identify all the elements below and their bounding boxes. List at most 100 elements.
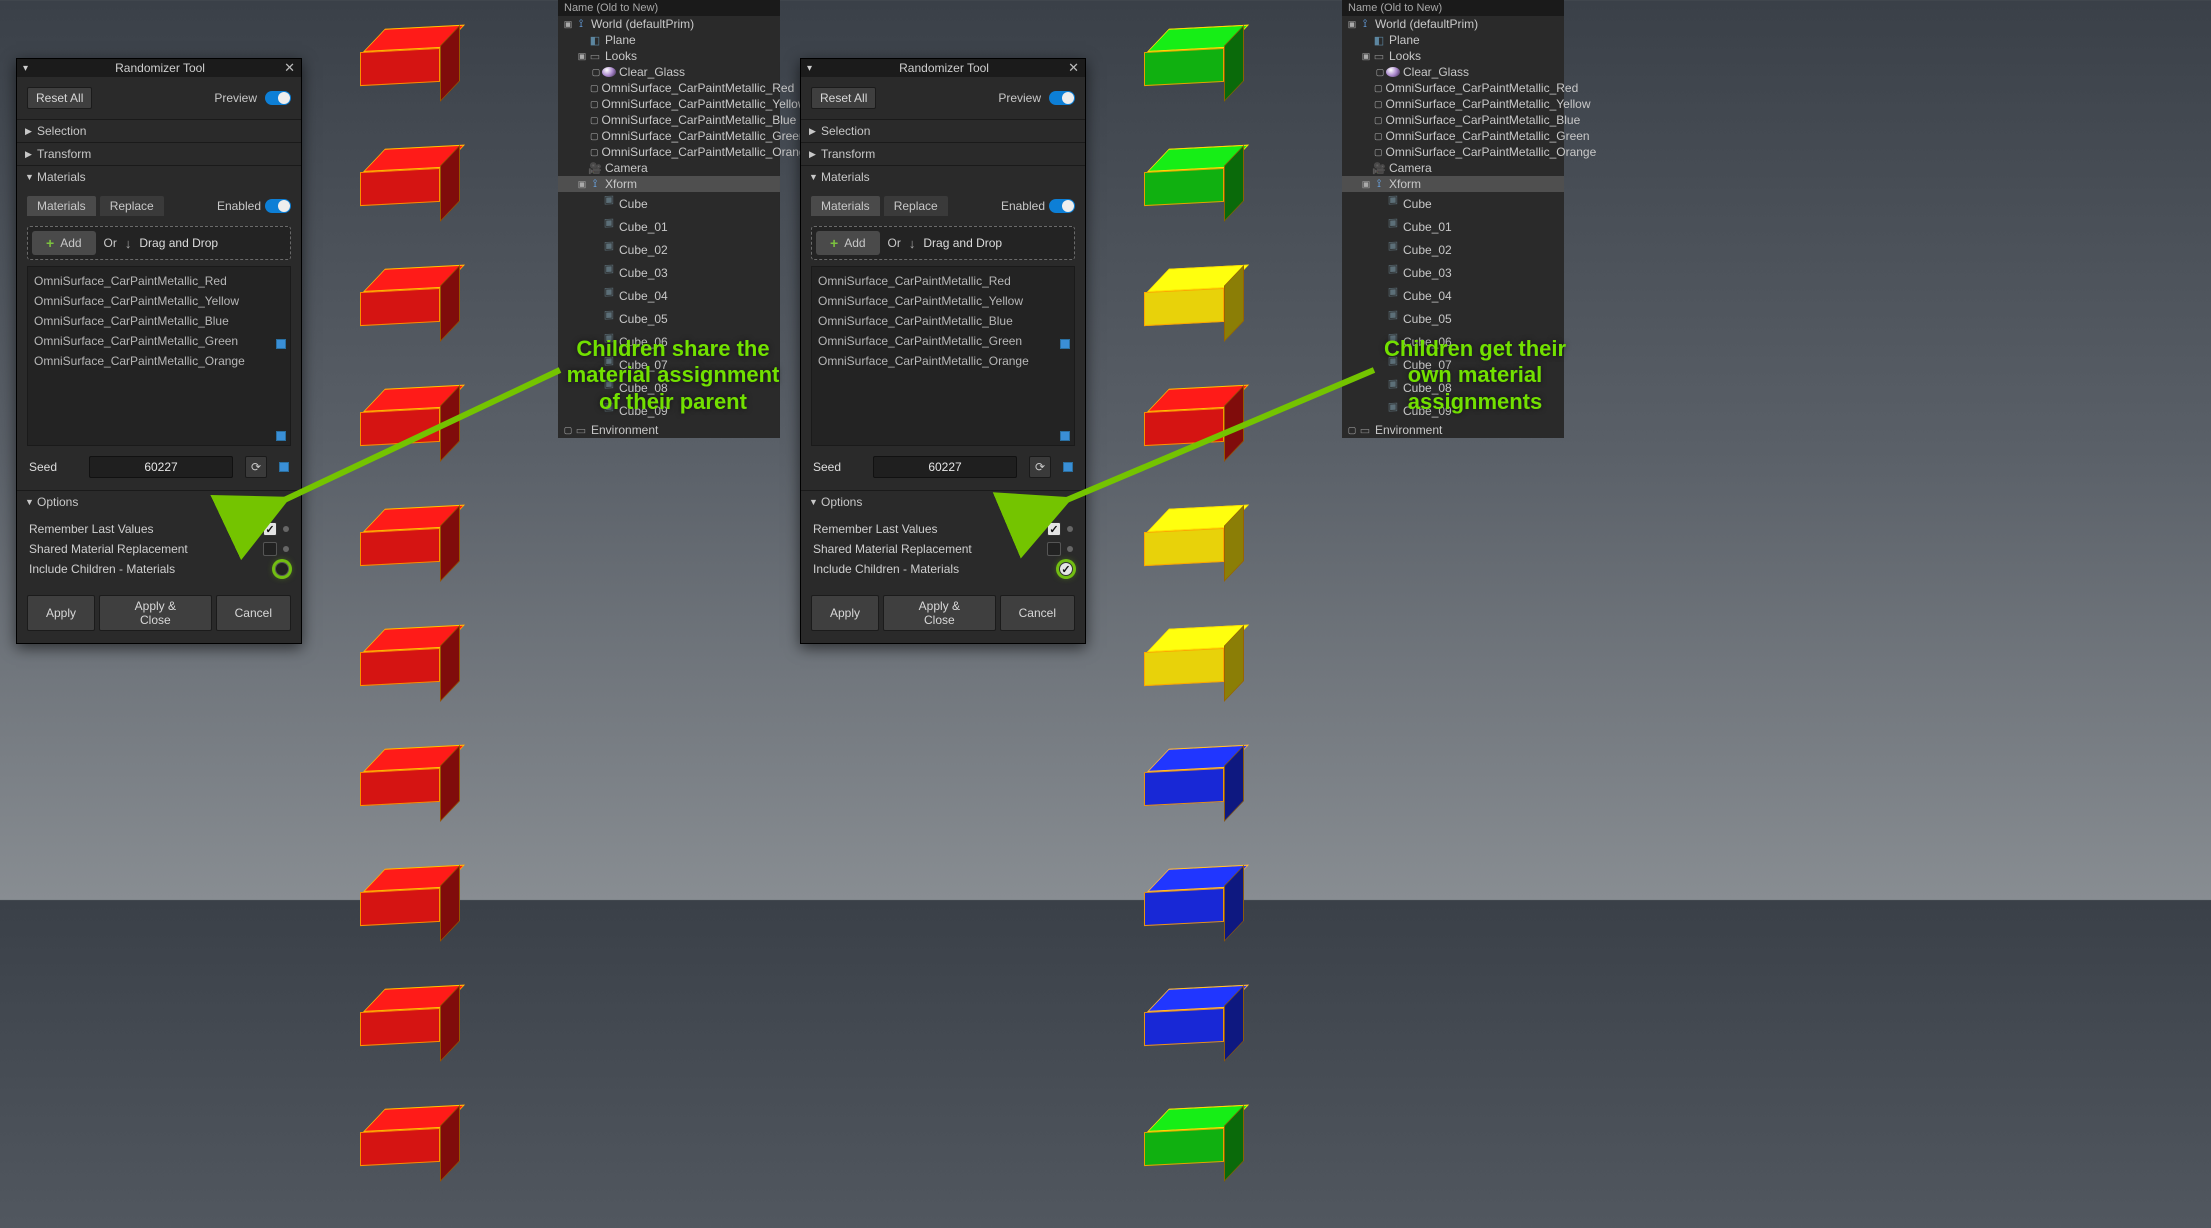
include-children-label: Include Children - Materials [813, 562, 1059, 576]
materials-list[interactable]: OmniSurface_CarPaintMetallic_RedOmniSurf… [27, 266, 291, 446]
include-children-checkbox[interactable]: ✓ [1059, 562, 1073, 576]
tree-cube[interactable]: ▣Cube_04 [558, 284, 780, 307]
enabled-label: Enabled [217, 199, 261, 213]
enabled-toggle[interactable] [1049, 199, 1075, 213]
viewport-cube [360, 1106, 440, 1222]
tree-plane[interactable]: ◧Plane [1342, 32, 1564, 48]
materials-drop-row[interactable]: + Add Or ↓ Drag and Drop [27, 226, 291, 260]
tree-cube[interactable]: ▣Cube_03 [1342, 261, 1564, 284]
section-transform[interactable]: ▶Transform [17, 142, 301, 165]
tree-cube[interactable]: ▣Cube_02 [558, 238, 780, 261]
tree-cube[interactable]: ▣Cube_05 [1342, 307, 1564, 330]
material-item[interactable]: OmniSurface_CarPaintMetallic_Blue [28, 311, 290, 331]
tree-cube[interactable]: ▣Cube_02 [1342, 238, 1564, 261]
apply-button[interactable]: Apply [27, 595, 95, 631]
seed-field[interactable]: 60227 [89, 456, 233, 478]
tree-cube[interactable]: ▣Cube [558, 192, 780, 215]
tab-replace[interactable]: Replace [100, 196, 164, 216]
tree-cube[interactable]: ▣Cube_01 [1342, 215, 1564, 238]
material-item[interactable]: OmniSurface_CarPaintMetallic_Orange [812, 351, 1074, 371]
tree-cube[interactable]: ▣Cube_01 [558, 215, 780, 238]
tree-material[interactable]: ▢OmniSurface_CarPaintMetallic_Green [558, 128, 780, 144]
material-item[interactable]: OmniSurface_CarPaintMetallic_Orange [28, 351, 290, 371]
tree-material[interactable]: ▢OmniSurface_CarPaintMetallic_Yellow [558, 96, 780, 112]
apply-button[interactable]: Apply [811, 595, 879, 631]
tab-replace[interactable]: Replace [884, 196, 948, 216]
section-options[interactable]: ▼Options [17, 490, 301, 513]
tree-camera[interactable]: 🎥Camera [558, 160, 780, 176]
reset-all-button[interactable]: Reset All [811, 87, 876, 109]
tree-cube[interactable]: ▣Cube [1342, 192, 1564, 215]
apply-close-button[interactable]: Apply & Close [883, 595, 996, 631]
material-item[interactable]: OmniSurface_CarPaintMetallic_Green [812, 331, 1074, 351]
tree-world[interactable]: ▣⟟World (defaultPrim) [558, 16, 780, 32]
enabled-toggle[interactable] [265, 199, 291, 213]
collapse-icon[interactable]: ▾ [807, 63, 812, 74]
close-icon[interactable]: ✕ [1068, 60, 1079, 76]
tree-environment[interactable]: ▢▭Environment [558, 422, 780, 438]
viewport-cube [1144, 1106, 1224, 1222]
section-transform[interactable]: ▶Transform [801, 142, 1085, 165]
collapse-icon[interactable]: ▾ [23, 63, 28, 74]
tree-material[interactable]: ▢OmniSurface_CarPaintMetallic_Orange [1342, 144, 1564, 160]
shared-label: Shared Material Replacement [29, 542, 263, 556]
tab-materials[interactable]: Materials [27, 196, 96, 216]
drag-drop-label: Drag and Drop [923, 236, 1002, 250]
section-options[interactable]: ▼Options [801, 490, 1085, 513]
viewport-cube [360, 986, 440, 1102]
preview-toggle[interactable] [265, 91, 291, 105]
material-item[interactable]: OmniSurface_CarPaintMetallic_Red [812, 271, 1074, 291]
close-icon[interactable]: ✕ [284, 60, 295, 76]
tree-material[interactable]: ▢OmniSurface_CarPaintMetallic_Blue [1342, 112, 1564, 128]
tree-cube[interactable]: ▣Cube_04 [1342, 284, 1564, 307]
tree-camera[interactable]: 🎥Camera [1342, 160, 1564, 176]
cancel-button[interactable]: Cancel [1000, 595, 1075, 631]
tree-material[interactable]: ▢OmniSurface_CarPaintMetallic_Red [1342, 80, 1564, 96]
seed-label: Seed [29, 460, 77, 474]
tree-looks[interactable]: ▣▭Looks [1342, 48, 1564, 64]
drag-drop-label: Drag and Drop [139, 236, 218, 250]
tree-material[interactable]: ▢Clear_Glass [1342, 64, 1564, 80]
materials-drop-row[interactable]: + Add Or ↓ Drag and Drop [811, 226, 1075, 260]
section-selection[interactable]: ▶Selection [801, 119, 1085, 142]
material-item[interactable]: OmniSurface_CarPaintMetallic_Green [28, 331, 290, 351]
tree-looks[interactable]: ▣▭Looks [558, 48, 780, 64]
add-material-button[interactable]: + Add [816, 231, 880, 255]
tree-material[interactable]: ▢OmniSurface_CarPaintMetallic_Orange [558, 144, 780, 160]
include-children-checkbox[interactable] [275, 562, 289, 576]
section-materials[interactable]: ▼Materials [17, 165, 301, 188]
tree-material[interactable]: ▢OmniSurface_CarPaintMetallic_Blue [558, 112, 780, 128]
material-item[interactable]: OmniSurface_CarPaintMetallic_Blue [812, 311, 1074, 331]
tree-material[interactable]: ▢OmniSurface_CarPaintMetallic_Yellow [1342, 96, 1564, 112]
tree-material[interactable]: ▢Clear_Glass [558, 64, 780, 80]
material-item[interactable]: OmniSurface_CarPaintMetallic_Yellow [812, 291, 1074, 311]
tree-plane[interactable]: ◧Plane [558, 32, 780, 48]
tree-material[interactable]: ▢OmniSurface_CarPaintMetallic_Green [1342, 128, 1564, 144]
or-label: Or [888, 236, 901, 250]
tree-cube[interactable]: ▣Cube_05 [558, 307, 780, 330]
apply-close-button[interactable]: Apply & Close [99, 595, 212, 631]
seed-field[interactable]: 60227 [873, 456, 1017, 478]
remember-label: Remember Last Values [813, 522, 1047, 536]
cancel-button[interactable]: Cancel [216, 595, 291, 631]
tree-header: Name (Old to New) [1342, 0, 1564, 16]
materials-list[interactable]: OmniSurface_CarPaintMetallic_RedOmniSurf… [811, 266, 1075, 446]
tab-materials[interactable]: Materials [811, 196, 880, 216]
drag-drop-icon: ↓ [909, 236, 916, 251]
tree-material[interactable]: ▢OmniSurface_CarPaintMetallic_Red [558, 80, 780, 96]
shared-checkbox[interactable] [263, 542, 277, 556]
add-material-button[interactable]: + Add [32, 231, 96, 255]
tree-xform[interactable]: ▣⟟Xform [1342, 176, 1564, 192]
section-selection[interactable]: ▶Selection [17, 119, 301, 142]
tree-cube[interactable]: ▣Cube_03 [558, 261, 780, 284]
viewport-cube [360, 746, 440, 862]
include-children-label: Include Children - Materials [29, 562, 275, 576]
preview-toggle[interactable] [1049, 91, 1075, 105]
tree-xform[interactable]: ▣⟟Xform [558, 176, 780, 192]
shared-checkbox[interactable] [1047, 542, 1061, 556]
material-item[interactable]: OmniSurface_CarPaintMetallic_Red [28, 271, 290, 291]
material-item[interactable]: OmniSurface_CarPaintMetallic_Yellow [28, 291, 290, 311]
reset-all-button[interactable]: Reset All [27, 87, 92, 109]
section-materials[interactable]: ▼Materials [801, 165, 1085, 188]
tree-world[interactable]: ▣⟟World (defaultPrim) [1342, 16, 1564, 32]
